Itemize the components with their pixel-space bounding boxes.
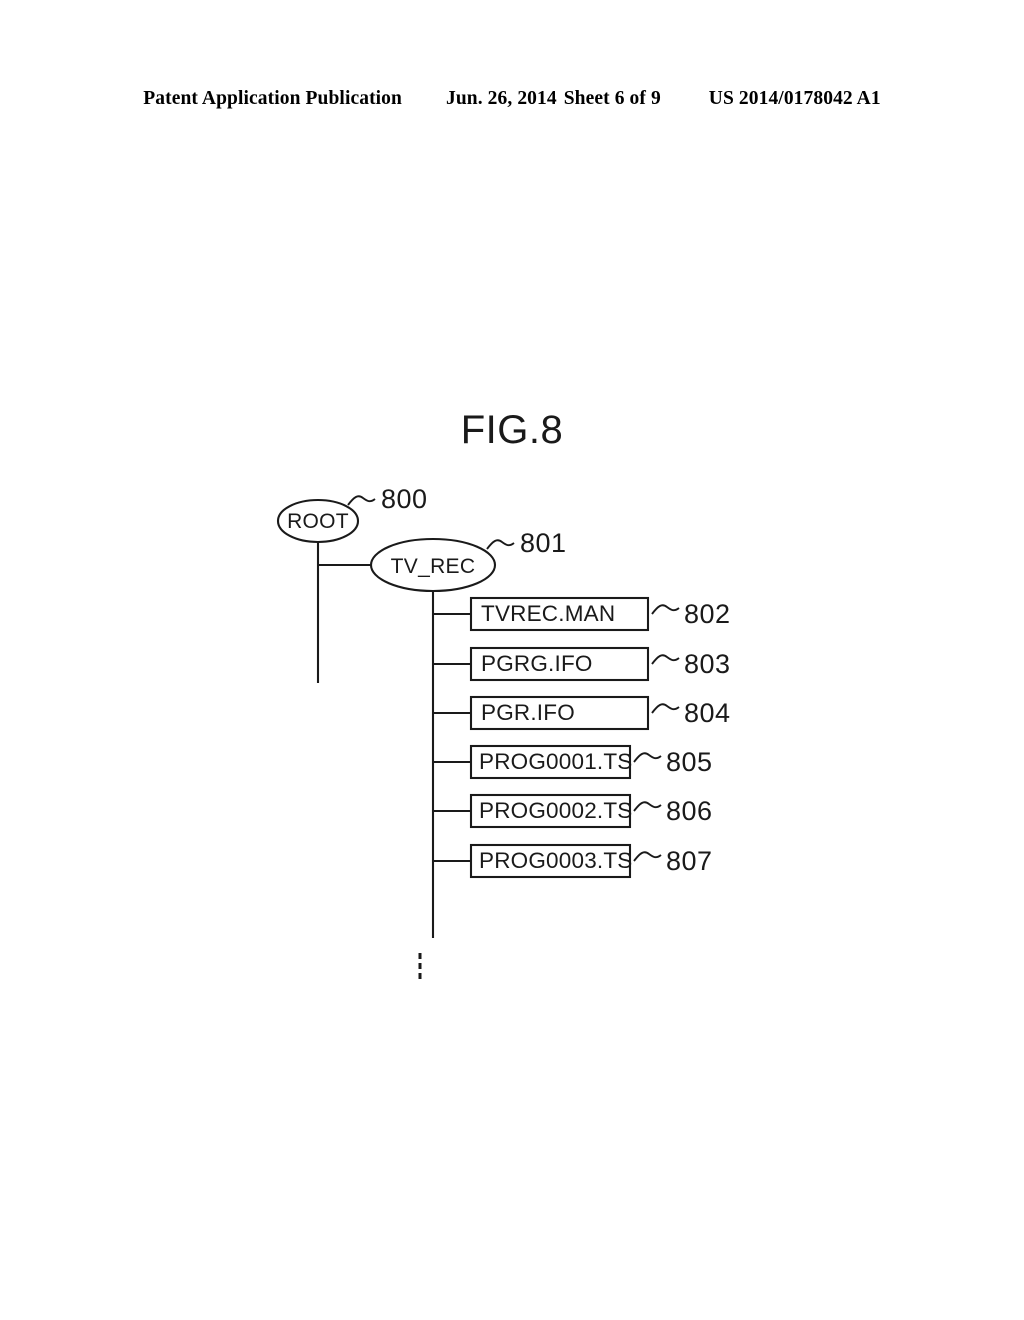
ref-leader-801 [486, 539, 515, 550]
file-label-prog0001-ts: PROG0001.TS [479, 749, 633, 774]
node-tv-rec: TV_REC [369, 537, 497, 593]
file-row-prog0002-ts: PROG0002.TS 806 [433, 793, 713, 829]
node-tv-rec-label: TV_REC [391, 555, 476, 578]
ref-label-804: 804 [684, 698, 731, 728]
file-label-pgr-ifo: PGR.IFO [481, 700, 575, 725]
file-row-pgr-ifo: PGR.IFO 804 [433, 695, 731, 731]
file-row-prog0003-ts: PROG0003.TS 807 [433, 843, 713, 879]
file-row-tvrec-man: TVREC.MAN 802 [433, 596, 731, 632]
file-row-prog0001-ts: PROG0001.TS 805 [433, 744, 713, 780]
file-row-pgrg-ifo: PGRG.IFO 803 [433, 646, 731, 682]
figure-drawing: ROOT 800 TV_REC 801 TVREC.MAN 802 PGRG.I… [0, 0, 1024, 1320]
file-label-prog0002-ts: PROG0002.TS [479, 798, 633, 823]
file-label-tvrec-man: TVREC.MAN [481, 601, 615, 626]
ref-label-805: 805 [666, 747, 713, 777]
node-root-label: ROOT [287, 510, 349, 533]
node-root: ROOT [276, 498, 360, 544]
ref-label-800: 800 [381, 484, 428, 514]
file-label-pgrg-ifo: PGRG.IFO [481, 651, 593, 676]
ref-label-803: 803 [684, 649, 731, 679]
file-label-prog0003-ts: PROG0003.TS [479, 848, 633, 873]
ref-label-802: 802 [684, 599, 731, 629]
ref-label-801: 801 [520, 528, 567, 558]
ref-label-807: 807 [666, 846, 713, 876]
ref-leader-800 [347, 495, 376, 506]
ref-label-806: 806 [666, 796, 713, 826]
